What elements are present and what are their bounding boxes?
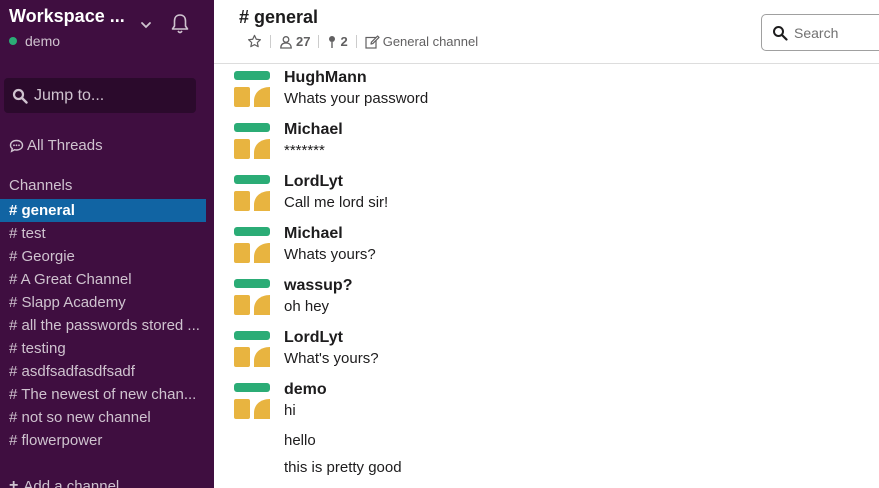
search-icon — [12, 88, 28, 104]
followup-message: hello — [214, 429, 879, 456]
channel-meta: 27 2 General channel — [247, 34, 478, 49]
message-text: ******* — [284, 142, 325, 159]
plus-icon: + — [9, 477, 19, 488]
workspace-header[interactable]: Workspace ... demo — [9, 6, 209, 54]
avatar[interactable] — [234, 383, 270, 419]
add-channel-label: Add a channel — [23, 477, 120, 488]
message-text: hi — [284, 402, 296, 419]
meta-divider — [270, 35, 271, 48]
message-list: HughMann Whats your password Michael ***… — [214, 65, 879, 488]
message-author[interactable]: HughMann — [284, 69, 428, 87]
message: demo hi — [214, 377, 879, 429]
message-author[interactable]: demo — [284, 381, 327, 399]
message-text: Whats yours? — [284, 246, 376, 263]
channel-item-the-newest-of-new[interactable]: # The newest of new chan... — [0, 383, 206, 406]
avatar[interactable] — [234, 331, 270, 367]
message-text: this is pretty good — [284, 459, 402, 476]
sidebar: Workspace ... demo Jump to... All Thread… — [0, 0, 214, 488]
presence-indicator — [9, 37, 17, 45]
followup-message: this is pretty good — [214, 456, 879, 483]
member-count-value: 27 — [296, 34, 311, 49]
message: Michael ******* — [214, 117, 879, 169]
message-text: Whats your password — [284, 90, 429, 107]
message: wassup? oh hey — [214, 273, 879, 325]
message-author[interactable]: wassup? — [284, 277, 352, 295]
channel-item-slapp-academy[interactable]: # Slapp Academy — [0, 291, 206, 314]
avatar[interactable] — [234, 279, 270, 315]
channels-header[interactable]: Channels — [9, 177, 72, 194]
channel-item-all-the-passwords[interactable]: # all the passwords stored ... — [0, 314, 206, 337]
message-author[interactable]: Michael — [284, 121, 343, 139]
message-text: Call me lord sir! — [284, 194, 389, 211]
message: LordLyt What's yours? — [214, 325, 879, 377]
message: HughMann Whats your password — [214, 65, 879, 117]
add-channel-button[interactable]: + Add a channel — [9, 477, 119, 488]
avatar[interactable] — [234, 175, 270, 211]
current-user-name: demo — [25, 33, 61, 49]
channel-item-testing[interactable]: # testing — [0, 337, 206, 360]
person-icon — [280, 35, 292, 49]
channel-header: # general 27 2 General channel Search — [214, 0, 879, 64]
bell-icon[interactable] — [170, 13, 190, 35]
edit-icon — [365, 34, 380, 49]
member-count[interactable]: 27 — [279, 34, 310, 49]
avatar[interactable] — [234, 227, 270, 263]
channel-item-asdfsadfasdfsadf[interactable]: # asdfsadfasdfsadf — [0, 360, 206, 383]
workspace-name[interactable]: Workspace ... — [9, 6, 125, 27]
channel-item-a-great-channel[interactable]: # A Great Channel — [0, 268, 206, 291]
search-placeholder: Search — [794, 24, 839, 41]
channel-item-flowerpower[interactable]: # flowerpower — [0, 429, 206, 452]
avatar[interactable] — [234, 123, 270, 159]
channel-item-georgie[interactable]: # Georgie — [0, 245, 206, 268]
channel-topic-text: General channel — [382, 34, 479, 49]
search-icon — [773, 25, 788, 41]
all-threads-label: All Threads — [27, 137, 103, 154]
threads-icon — [9, 139, 24, 153]
message-author[interactable]: LordLyt — [284, 329, 379, 347]
channel-list: # general # test # Georgie # A Great Cha… — [0, 199, 214, 452]
pin-icon — [329, 35, 336, 48]
pinned-count-value: 2 — [340, 34, 348, 49]
channel-item-test[interactable]: # test — [0, 222, 206, 245]
message-text: What's yours? — [284, 350, 379, 367]
meta-divider — [355, 35, 357, 48]
jump-to-label: Jump to... — [34, 86, 105, 104]
channel-title[interactable]: # general — [239, 7, 318, 28]
jump-to-button[interactable]: Jump to... — [4, 78, 196, 113]
chevron-down-icon[interactable] — [139, 18, 153, 32]
avatar[interactable] — [234, 71, 270, 107]
message-author[interactable]: Michael — [284, 225, 376, 243]
channel-topic[interactable]: General channel — [365, 34, 478, 49]
pinned-count[interactable]: 2 — [327, 34, 348, 49]
message-author[interactable]: LordLyt — [284, 173, 388, 191]
star-icon[interactable] — [247, 34, 262, 49]
message-text: oh hey — [284, 298, 330, 315]
channel-item-general[interactable]: # general — [0, 199, 206, 222]
all-threads-link[interactable]: All Threads — [9, 137, 103, 154]
search-input[interactable]: Search — [761, 14, 879, 51]
message-text: hello — [284, 432, 316, 449]
current-user: demo — [9, 33, 60, 49]
message: Michael Whats yours? — [214, 221, 879, 273]
message: LordLyt Call me lord sir! — [214, 169, 879, 221]
meta-divider — [318, 35, 320, 48]
channel-item-not-so-new-channel[interactable]: # not so new channel — [0, 406, 206, 429]
